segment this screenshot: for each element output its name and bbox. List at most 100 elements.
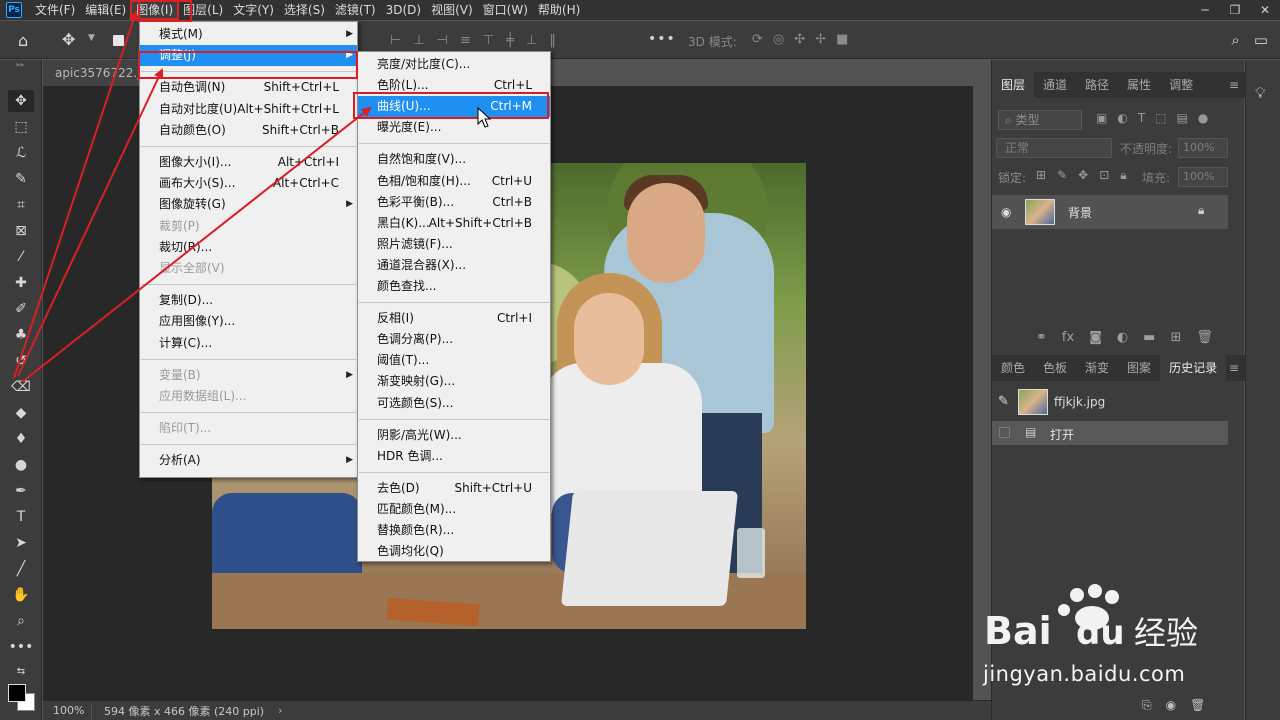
- lock-all-icon[interactable]: 🔒︎: [1120, 168, 1126, 183]
- trash-icon[interactable]: 🗑︎: [1196, 330, 1213, 345]
- adjust_menu-item[interactable]: 通道混合器(X)...: [358, 255, 550, 276]
- tab-swatches[interactable]: 色板: [1034, 355, 1076, 381]
- image_menu-item[interactable]: 复制(D)...: [140, 290, 357, 311]
- history-brush-icon[interactable]: ✎: [998, 394, 1009, 409]
- workspace-icon[interactable]: ▭: [1254, 31, 1268, 49]
- lock-position-icon[interactable]: ✥: [1078, 168, 1088, 183]
- image_menu-item[interactable]: 自动色调(N) Shift+Ctrl+L: [140, 77, 357, 98]
- menu-view[interactable]: 视图(V): [426, 1, 478, 19]
- search-icon[interactable]: ⌕: [1231, 31, 1239, 49]
- tab-layers[interactable]: 图层: [992, 72, 1035, 98]
- menu-help[interactable]: 帮助(H): [533, 1, 585, 19]
- history-brush-tool-icon[interactable]: ↺: [8, 350, 34, 372]
- move-tool-icon[interactable]: ✥: [8, 90, 34, 112]
- adjust_menu-item[interactable]: 渐变映射(G)...: [358, 371, 550, 392]
- swap-colors-icon[interactable]: ⇆: [8, 660, 34, 682]
- paint-bucket-tool-icon[interactable]: ◆: [8, 402, 34, 424]
- distribute-v-icon[interactable]: ‖: [549, 33, 556, 48]
- move-tool-icon[interactable]: ✥: [62, 30, 75, 49]
- trash-icon[interactable]: 🗑︎: [1190, 698, 1205, 713]
- menu-filter[interactable]: 滤镜(T): [330, 1, 381, 19]
- healing-tool-icon[interactable]: ✚: [8, 272, 34, 294]
- layer-row[interactable]: ◉ 背景 🔒︎: [992, 195, 1228, 229]
- lock-paint-icon[interactable]: ✎: [1057, 168, 1067, 183]
- zoom-tool-icon[interactable]: ⌕: [8, 610, 34, 632]
- menu-window[interactable]: 窗口(W): [478, 1, 533, 19]
- eyedropper-tool-icon[interactable]: ⁄: [8, 246, 34, 268]
- adjust_menu-item[interactable]: HDR 色调...: [358, 446, 550, 467]
- adjust_menu-item[interactable]: 曝光度(E)...: [358, 117, 550, 138]
- zoom-level[interactable]: 100%: [43, 704, 91, 717]
- hand-tool-icon[interactable]: ✋: [8, 584, 34, 606]
- more-options-button[interactable]: •••: [648, 31, 676, 47]
- adjust_menu-item[interactable]: 可选颜色(S)...: [358, 393, 550, 414]
- tab-gradients[interactable]: 渐变: [1076, 355, 1118, 381]
- image_menu-item[interactable]: 画布大小(S)... Alt+Ctrl+C: [140, 173, 357, 194]
- eraser-tool-icon[interactable]: ⌫: [8, 376, 34, 398]
- dodge-tool-icon[interactable]: ●: [8, 454, 34, 476]
- layer-filter-select[interactable]: ⌕ 类型: [998, 110, 1082, 130]
- type-tool-icon[interactable]: T: [8, 506, 34, 528]
- document-tab[interactable]: apic3576722.jp: [43, 60, 138, 86]
- panel-menu-icon[interactable]: ≡: [1229, 361, 1239, 375]
- fill-field[interactable]: 100%: [1178, 167, 1228, 187]
- crop-tool-icon[interactable]: ⌗: [8, 194, 34, 216]
- image_menu-item[interactable]: 图像大小(I)... Alt+Ctrl+I: [140, 152, 357, 173]
- filter-toggle-icon[interactable]: ●: [1198, 111, 1208, 125]
- image_menu-item[interactable]: 自动颜色(O) Shift+Ctrl+B: [140, 120, 357, 141]
- minimize-icon[interactable]: ─: [1190, 0, 1220, 20]
- orbit-icon[interactable]: ⟳: [752, 32, 763, 47]
- blend-mode-select[interactable]: 正常: [996, 138, 1112, 158]
- adjust_menu-item[interactable]: 去色(D) Shift+Ctrl+U: [358, 478, 550, 499]
- image-filter-icon[interactable]: ▣: [1096, 111, 1107, 125]
- image_menu-item[interactable]: 应用图像(Y)...: [140, 311, 357, 332]
- align-vcenter-icon[interactable]: ╪: [506, 33, 514, 48]
- marquee-tool-icon[interactable]: ⬚: [8, 116, 34, 138]
- snapshot-camera-icon[interactable]: ◉: [1166, 698, 1176, 713]
- adjust_menu-item[interactable]: 曲线(U)... Ctrl+M: [358, 96, 550, 118]
- tab-history[interactable]: 历史记录: [1160, 355, 1227, 381]
- image_menu-item[interactable]: 图像旋转(G) ▶: [140, 194, 357, 215]
- adjust_menu-item[interactable]: 阴影/高光(W)...: [358, 425, 550, 446]
- brush-tool-icon[interactable]: ✐: [8, 298, 34, 320]
- menu-type[interactable]: 文字(Y): [228, 1, 279, 19]
- history-step-checkbox[interactable]: [999, 427, 1010, 438]
- image_menu-item[interactable]: 计算(C)...: [140, 333, 357, 354]
- adjust_menu-item[interactable]: 色阶(L)... Ctrl+L: [358, 75, 550, 96]
- history-snapshot[interactable]: ✎ ffjkjk.jpg: [992, 387, 1228, 417]
- image_menu-item[interactable]: 自动对比度(U) Alt+Shift+Ctrl+L: [140, 99, 357, 120]
- type-filter-icon[interactable]: T: [1138, 111, 1145, 125]
- adjust_menu-item[interactable]: 色调分离(P)...: [358, 329, 550, 350]
- tab-channels[interactable]: 通道: [1034, 72, 1076, 98]
- adjust_menu-item[interactable]: 色相/饱和度(H)... Ctrl+U: [358, 171, 550, 192]
- eye-icon[interactable]: ◉: [1001, 205, 1011, 219]
- opacity-field[interactable]: 100%: [1178, 138, 1228, 158]
- align-hcenter-icon[interactable]: ⊥: [413, 33, 424, 48]
- tab-properties[interactable]: 属性: [1118, 72, 1160, 98]
- adjust_menu-item[interactable]: 黑白(K)... Alt+Shift+Ctrl+B: [358, 213, 550, 234]
- align-bottom-icon[interactable]: ⊥: [526, 33, 537, 48]
- adjust_menu-item[interactable]: 颜色查找...: [358, 276, 550, 297]
- image_menu-item[interactable]: 模式(M) ▶: [140, 24, 357, 45]
- mask-icon[interactable]: ◙: [1089, 330, 1102, 345]
- adjustment-filter-icon[interactable]: ◐: [1117, 111, 1127, 125]
- drag-icon[interactable]: ✣: [794, 32, 805, 47]
- image_menu-item[interactable]: 裁切(R)...: [140, 237, 357, 258]
- align-right-icon[interactable]: ⊣: [437, 33, 448, 48]
- foreground-color-swatch[interactable]: [8, 684, 26, 702]
- adjust_menu-item[interactable]: 匹配颜色(M)...: [358, 499, 550, 520]
- frame-tool-icon[interactable]: ⊠: [8, 220, 34, 242]
- fx-icon[interactable]: fx: [1062, 330, 1074, 345]
- blur-tool-icon[interactable]: ♦: [8, 428, 34, 450]
- roll-icon[interactable]: ◎: [773, 32, 784, 47]
- pen-tool-icon[interactable]: ✒: [8, 480, 34, 502]
- line-tool-icon[interactable]: ╱: [8, 558, 34, 580]
- lock-artboard-icon[interactable]: ⊡: [1099, 168, 1109, 183]
- close-icon[interactable]: ✕: [1250, 0, 1280, 20]
- tab-paths[interactable]: 路径: [1076, 72, 1118, 98]
- auto-select-checkbox[interactable]: [113, 35, 124, 46]
- adjust_menu-item[interactable]: 照片滤镜(F)...: [358, 234, 550, 255]
- slide-icon[interactable]: ✢: [815, 32, 826, 47]
- adjust_menu-item[interactable]: 亮度/对比度(C)...: [358, 54, 550, 75]
- link-icon[interactable]: ⚭: [1036, 330, 1047, 345]
